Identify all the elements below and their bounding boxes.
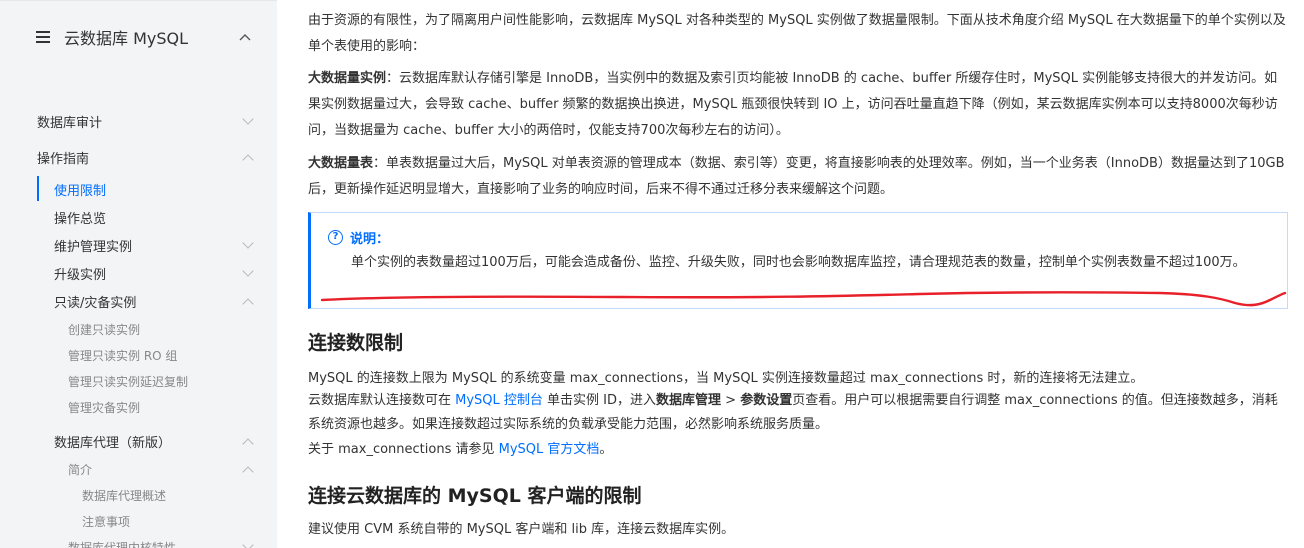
sidebar-item-ro-group[interactable]: 管理只读实例 RO 组: [68, 345, 177, 365]
big-instance-text: ：云数据库默认存储引擎是 InnoDB，当实例中的数据及索引页均能被 InnoD…: [308, 71, 1278, 138]
section-heading-connections: 连接数限制: [308, 332, 404, 354]
conn-p2-text-a: 云数据库默认连接数可在: [308, 393, 456, 408]
big-table-text: ：单表数据量过大后，MySQL 对单表资源的管理成本（数据、索引等）变更，将直接…: [308, 156, 1285, 197]
sidebar-header: 云数据库 MySQL: [36, 25, 256, 49]
sidebar-item-database-audit[interactable]: 数据库审计: [37, 111, 254, 131]
notice-header: ? 说明：: [328, 228, 389, 247]
notice-title: 说明：: [350, 232, 390, 247]
big-instance-paragraph: 大数据量实例：云数据库默认存储引擎是 InnoDB，当实例中的数据及索引页均能被…: [308, 66, 1286, 144]
sidebar-item-operation-overview[interactable]: 操作总览: [54, 207, 106, 227]
sidebar-item-proxy-overview[interactable]: 数据库代理概述: [82, 485, 166, 505]
sidebar-item-notes[interactable]: 注意事项: [82, 511, 130, 531]
red-annotation-underline: [320, 291, 1287, 307]
collapse-chevron-icon[interactable]: [238, 30, 252, 44]
notice-body: 单个实例的表数量超过100万后，可能会造成备份、监控、升级失败，同时也会影响数据…: [351, 255, 1246, 270]
sidebar-item-intro[interactable]: 简介: [68, 459, 254, 479]
chevron-down-icon: [242, 539, 254, 548]
chevron-up-icon: [242, 151, 254, 166]
conn-p2-text-c: >: [721, 393, 741, 408]
chevron-up-icon: [242, 463, 254, 478]
db-management-label: 数据库管理: [656, 393, 722, 408]
connections-paragraph-3: 关于 max_connections 请参见 MySQL 官方文档。: [308, 437, 1286, 463]
chevron-down-icon: [242, 265, 254, 279]
chevron-down-icon: [242, 237, 254, 251]
connections-paragraph-2: 云数据库默认连接数可在 MySQL 控制台 单击实例 ID，进入数据库管理 > …: [308, 389, 1286, 437]
parameter-settings-label: 参数设置: [740, 393, 793, 408]
chevron-up-icon: [242, 435, 254, 450]
intro-paragraph: 由于资源的有限性，为了隔离用户间性能影响，云数据库 MySQL 对各种类型的 M…: [308, 13, 1286, 54]
sidebar-item-db-proxy[interactable]: 数据库代理（新版）: [54, 431, 254, 451]
chevron-down-icon: [242, 113, 254, 127]
conn-p3-text-a: 关于 max_connections 请参见: [308, 442, 499, 457]
conn-p3-text-b: 。: [599, 442, 613, 457]
active-indicator: [37, 176, 39, 201]
chevron-up-icon: [242, 295, 254, 310]
big-table-paragraph: 大数据量表：单表数据量过大后，MySQL 对单表资源的管理成本（数据、索引等）变…: [308, 151, 1286, 203]
sidebar-item-manage-instances[interactable]: 维护管理实例: [54, 235, 254, 255]
mysql-official-docs-link[interactable]: MySQL 官方文档: [499, 442, 600, 457]
sidebar-item-proxy-kernel[interactable]: 数据库代理内核特性: [68, 537, 254, 548]
client-paragraph: 建议使用 CVM 系统自带的 MySQL 客户端和 lib 库，连接云数据库实例…: [308, 522, 735, 537]
sidebar-item-delayed-replication[interactable]: 管理只读实例延迟复制: [68, 371, 188, 391]
sidebar-item-create-readonly[interactable]: 创建只读实例: [68, 319, 140, 339]
question-circle-icon: ?: [328, 230, 343, 245]
sidebar-item-upgrade-instance[interactable]: 升级实例: [54, 263, 254, 283]
big-instance-label: 大数据量实例: [308, 71, 387, 86]
mysql-console-link[interactable]: MySQL 控制台: [455, 393, 543, 408]
sidebar-item-manage-dr[interactable]: 管理灾备实例: [68, 397, 140, 417]
sidebar-item-operation-guide[interactable]: 操作指南: [37, 147, 254, 167]
sidebar: 云数据库 MySQL 数据库审计 操作指南 使用限制 操作总览 维护管理实例 升…: [0, 0, 277, 548]
sidebar-item-readonly-dr[interactable]: 只读/灾备实例: [54, 291, 254, 311]
sidebar-title: 云数据库 MySQL: [64, 29, 189, 48]
conn-p2-text-b: 单击实例 ID，进入: [542, 393, 657, 408]
main-content: 由于资源的有限性，为了隔离用户间性能影响，云数据库 MySQL 对各种类型的 M…: [308, 0, 1288, 548]
sidebar-item-usage-limits[interactable]: 使用限制: [54, 179, 106, 199]
menu-icon[interactable]: [36, 31, 50, 43]
big-table-label: 大数据量表: [308, 156, 374, 171]
section-heading-client-limits: 连接云数据库的 MySQL 客户端的限制: [308, 485, 642, 507]
